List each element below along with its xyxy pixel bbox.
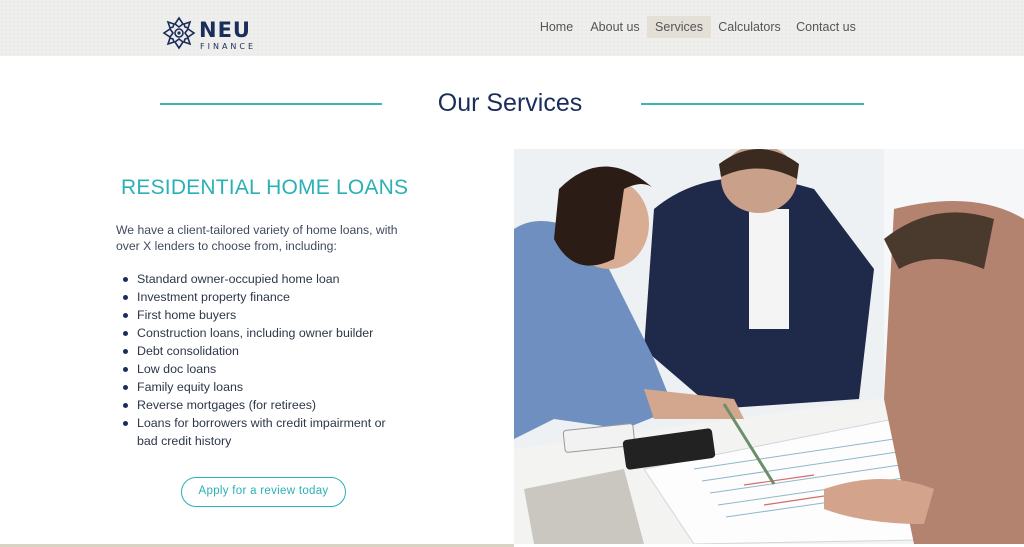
advisors-meeting-photo <box>514 149 1024 544</box>
list-item: First home buyers <box>123 306 407 324</box>
nav-contact-us[interactable]: Contact us <box>794 16 858 38</box>
list-item: Construction loans, including owner buil… <box>123 324 407 342</box>
loans-heading: RESIDENTIAL HOME LOANS <box>121 176 409 199</box>
list-item: Low doc loans <box>123 360 407 378</box>
nav-home[interactable]: Home <box>530 16 583 38</box>
logo-mandala-icon <box>162 16 196 50</box>
right-divider <box>641 103 864 105</box>
main-nav: Home About us Services Calculators Conta… <box>530 16 870 38</box>
section-heading: Our Services <box>0 88 1024 120</box>
nav-about-us[interactable]: About us <box>587 16 643 38</box>
nav-calculators[interactable]: Calculators <box>716 16 783 38</box>
list-item: Reverse mortgages (for retirees) <box>123 396 407 414</box>
site-header: NEU FINANCE Home About us Services Calcu… <box>0 0 1024 56</box>
brand-logo[interactable]: NEU FINANCE <box>162 14 272 54</box>
photo-illustration <box>514 149 1024 544</box>
list-item: Loans for borrowers with credit impairme… <box>123 414 407 450</box>
brand-name: NEU <box>199 18 251 42</box>
left-divider <box>160 103 382 105</box>
apply-review-button[interactable]: Apply for a review today <box>181 477 346 507</box>
brand-subtitle: FINANCE <box>200 42 257 51</box>
list-item: Family equity loans <box>123 378 407 396</box>
nav-services[interactable]: Services <box>647 16 711 38</box>
list-item: Investment property finance <box>123 288 407 306</box>
list-item: Debt consolidation <box>123 342 407 360</box>
list-item: Standard owner-occupied home loan <box>123 270 407 288</box>
loans-list: Standard owner-occupied home loan Invest… <box>123 270 407 450</box>
page-title: Our Services <box>437 89 583 117</box>
loans-intro: We have a client-tailored variety of hom… <box>116 223 398 253</box>
